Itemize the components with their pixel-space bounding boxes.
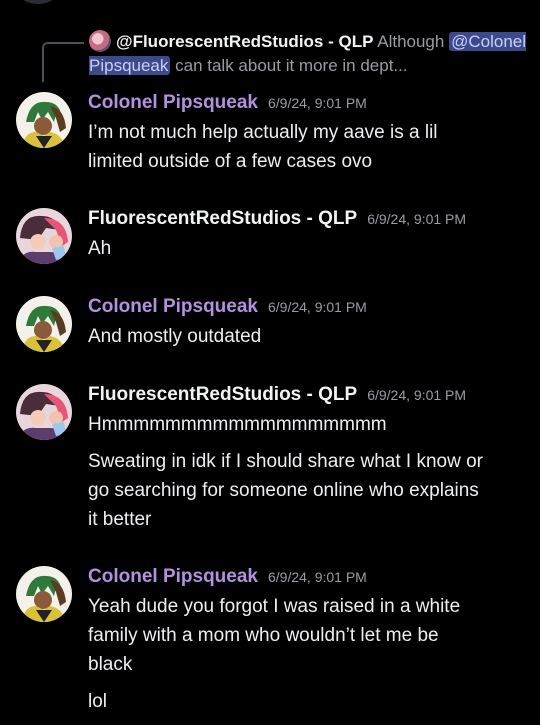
timestamp[interactable]: 6/9/24, 9:01 PM: [268, 299, 367, 315]
message-text-line: go searching for someone online who expl…: [88, 480, 479, 501]
message-text-line: Yeah dude you forgot I was raised in a w…: [88, 596, 461, 617]
timestamp[interactable]: 6/9/24, 9:01 PM: [367, 211, 466, 227]
author-name[interactable]: FluorescentRedStudios - QLP: [88, 384, 357, 405]
avatar-colonel-pipsqueak[interactable]: [16, 92, 72, 148]
avatar-fluorescentredstudios[interactable]: [16, 384, 72, 440]
message-text-line: family with a mom who wouldn’t let me be: [88, 625, 439, 646]
author-name[interactable]: Colonel Pipsqueak: [88, 296, 258, 317]
message-text-line: black: [88, 654, 133, 675]
author-name[interactable]: Colonel Pipsqueak: [88, 92, 258, 113]
reply-text-after: can talk about it more in dept...: [175, 56, 408, 75]
message-text-line: Ah: [88, 238, 112, 259]
reply-text-before: Although: [377, 32, 445, 51]
reply-reference[interactable]: @FluorescentRedStudios - QLP Although @C…: [89, 30, 534, 78]
message-text-line: it better: [88, 509, 152, 530]
message-text-line: Hmmmmmmmmmmmmmmmmmm: [88, 414, 387, 435]
message-text-line: limited outside of a few cases ovo: [88, 151, 373, 172]
message-text-line: Sweating in idk if I should share what I…: [88, 451, 483, 472]
author-name[interactable]: FluorescentRedStudios - QLP: [88, 208, 357, 229]
reply-connector-line: [42, 42, 84, 82]
avatar-fluorescentredstudios[interactable]: [16, 208, 72, 264]
message-text-line: And mostly outdated: [88, 326, 262, 347]
avatar-colonel-pipsqueak[interactable]: [16, 566, 72, 622]
reply-avatar: [89, 30, 111, 52]
timestamp[interactable]: 6/9/24, 9:01 PM: [268, 95, 367, 111]
reply-author[interactable]: @FluorescentRedStudios - QLP: [116, 32, 373, 51]
message-text-line: I’m not much help actually my aave is a …: [88, 122, 438, 143]
timestamp[interactable]: 6/9/24, 9:01 PM: [268, 569, 367, 585]
avatar-colonel-pipsqueak[interactable]: [16, 296, 72, 352]
previous-avatar[interactable]: [18, 0, 58, 4]
author-name[interactable]: Colonel Pipsqueak: [88, 566, 258, 587]
timestamp[interactable]: 6/9/24, 9:01 PM: [367, 387, 466, 403]
message-text-line: lol: [88, 691, 108, 712]
